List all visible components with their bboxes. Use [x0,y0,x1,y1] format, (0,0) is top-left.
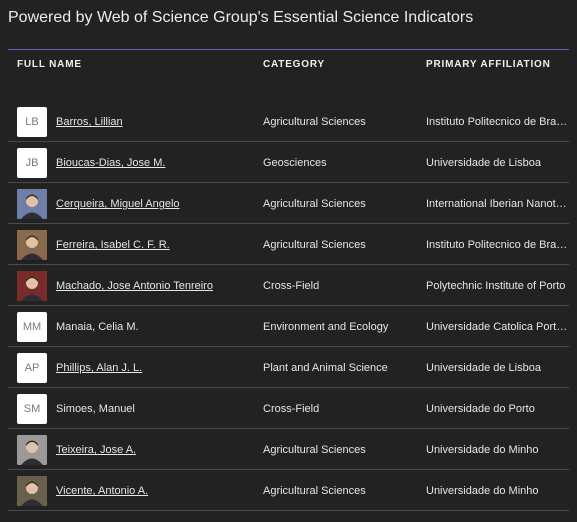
category-cell: Agricultural Sciences [263,198,366,210]
table-row: AP Phillips, Alan J. L. Plant and Animal S… [8,347,569,388]
page-title: Powered by Web of Science Group's Essent… [8,9,474,26]
avatar: LB [17,107,47,137]
avatar-initials: JB [25,157,39,169]
researcher-table: LB Barros, Lillian Agricultural Sciences In… [8,101,569,511]
column-header-name: FULL NAME [17,59,82,70]
category-cell: Agricultural Sciences [263,116,366,128]
researcher-name: Manaia, Celia M. [56,321,139,333]
category-cell: Environment and Ecology [263,321,389,333]
avatar [17,476,47,506]
researcher-name-link[interactable]: Bioucas-Dias, Jose M. [56,157,165,169]
category-cell: Agricultural Sciences [263,239,366,251]
profile-photo [17,230,47,260]
researcher-name-link[interactable]: Vicente, Antonio A. [56,485,148,497]
table-row: Teixeira, Jose A. Agricultural Sciences Un… [8,429,569,470]
table-row: LB Barros, Lillian Agricultural Sciences In… [8,101,569,142]
category-cell: Cross-Field [263,280,320,292]
researcher-name-link[interactable]: Phillips, Alan J. L. [56,362,142,374]
researcher-name-link[interactable]: Teixeira, Jose A. [56,444,136,456]
researcher-name-link[interactable]: Cerqueira, Miguel Angelo [56,198,180,210]
researcher-name-link[interactable]: Machado, Jose Antonio Tenreiro [56,280,213,292]
column-header-affiliation: PRIMARY AFFILIATION [426,59,551,70]
affiliation-cell: Polytechnic Institute of Porto [426,280,566,292]
table-row: MM Manaia, Celia M. Environment and Ecolog… [8,306,569,347]
avatar [17,189,47,219]
avatar: AP [17,353,47,383]
profile-photo [17,435,47,465]
avatar [17,230,47,260]
category-cell: Plant and Animal Science [263,362,388,374]
affiliation-cell: Universidade do Porto [426,403,535,415]
affiliation-cell: Universidade de Lisboa [426,362,541,374]
researcher-name-link[interactable]: Barros, Lillian [56,116,123,128]
category-cell: Cross-Field [263,403,320,415]
avatar-initials: SM [23,403,41,415]
affiliation-cell: Universidade Catolica Portuguesa [426,321,568,333]
category-cell: Agricultural Sciences [263,485,366,497]
affiliation-cell: Instituto Politecnico de Braganca [426,239,568,251]
avatar: MM [17,312,47,342]
table-row: JB Bioucas-Dias, Jose M. Geosciences Univer… [8,142,569,183]
avatar [17,271,47,301]
researcher-name-link[interactable]: Ferreira, Isabel C. F. R. [56,239,170,251]
table-row: SM Simoes, Manuel Cross-Field Universidade … [8,388,569,429]
avatar [17,435,47,465]
avatar-initials: LB [25,116,39,128]
category-cell: Agricultural Sciences [263,444,366,456]
column-header-category: CATEGORY [263,59,325,70]
avatar: SM [17,394,47,424]
table-row: Cerqueira, Miguel Angelo Agricultural Sci… [8,183,569,224]
avatar: JB [17,148,47,178]
table-row: Vicente, Antonio A. Agricultural Sciences… [8,470,569,511]
table-row: Machado, Jose Antonio Tenreiro Cross-Fiel… [8,265,569,306]
profile-photo [17,189,47,219]
researcher-name: Simoes, Manuel [56,403,135,415]
avatar-initials: AP [24,362,40,374]
affiliation-cell: Universidade do Minho [426,444,539,456]
affiliation-cell: Universidade de Lisboa [426,157,541,169]
profile-photo [17,271,47,301]
category-cell: Geosciences [263,157,327,169]
affiliation-cell: Universidade do Minho [426,485,539,497]
affiliation-cell: International Iberian Nanotechnology Lab… [426,198,568,210]
affiliation-cell: Instituto Politecnico de Braganca [426,116,568,128]
table-row: Ferreira, Isabel C. F. R. Agricultural Sc… [8,224,569,265]
avatar-initials: MM [22,321,42,333]
profile-photo [17,476,47,506]
header-divider [8,49,569,50]
